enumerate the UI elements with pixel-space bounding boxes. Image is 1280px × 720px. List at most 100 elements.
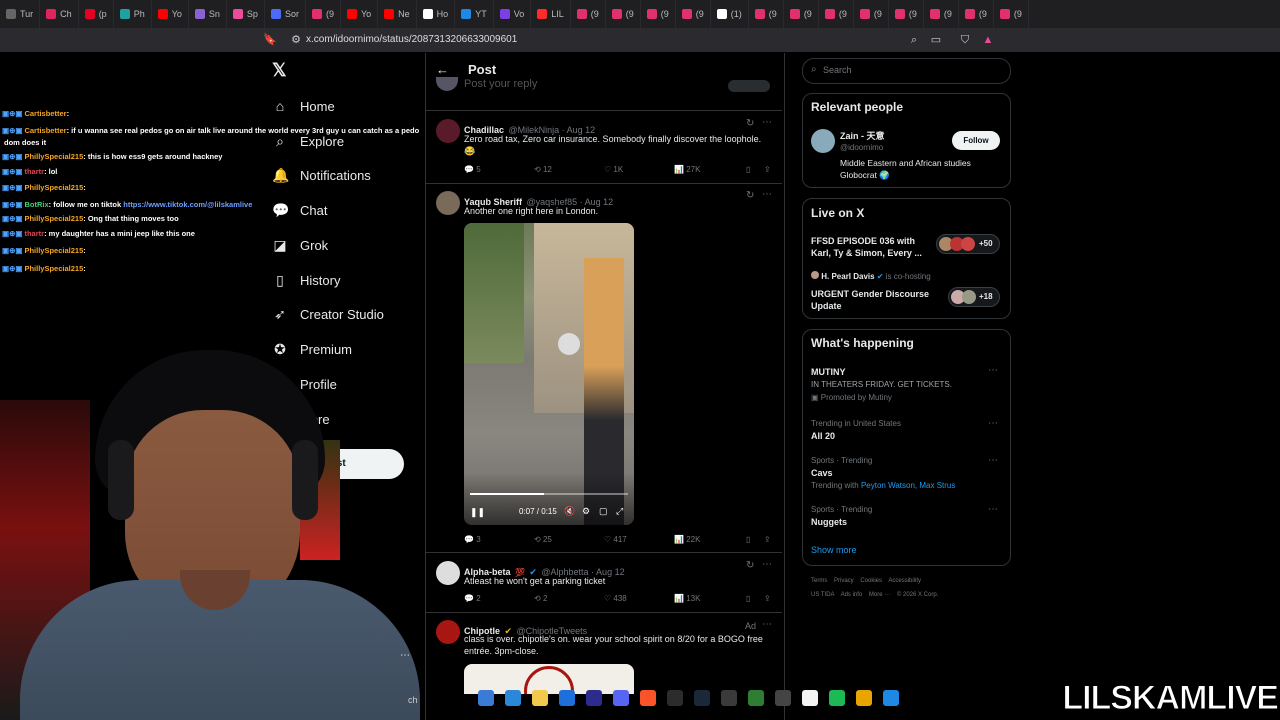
browser-tab[interactable]: Sp — [227, 0, 265, 28]
browser-tab[interactable]: (9 — [641, 0, 676, 28]
app-icon[interactable] — [829, 690, 845, 706]
obs-icon[interactable] — [667, 690, 683, 706]
taskbar-search[interactable]: ch — [408, 695, 418, 705]
zoom-icon[interactable]: ⌕ — [906, 32, 922, 48]
nav-notifications[interactable]: 🔔 Notifications — [272, 167, 371, 184]
address-bar[interactable] — [0, 28, 1280, 52]
like-button[interactable]: ♡ 438 — [604, 594, 674, 603]
app-icon[interactable] — [721, 690, 737, 706]
avatar[interactable] — [811, 129, 835, 153]
browser-tab[interactable]: Vo — [494, 0, 532, 28]
url-text[interactable]: x.com/idoornimo/status/20873132066330096… — [306, 34, 517, 45]
browser-tab[interactable]: LIL — [531, 0, 571, 28]
x-logo-icon[interactable]: 𝕏 — [272, 60, 287, 81]
site-settings-icon[interactable]: ⚙ — [288, 32, 304, 48]
nav-creator-studio[interactable]: ➶ Creator Studio — [272, 306, 384, 323]
settings-icon[interactable]: ⚙ — [582, 506, 590, 517]
file-explorer-icon[interactable] — [532, 690, 548, 706]
footer-links[interactable]: US TIDA Ads info More ··· © 2026 X Corp. — [811, 592, 938, 598]
pause-icon[interactable]: ❚❚ — [470, 507, 485, 518]
back-arrow-icon[interactable]: ← — [436, 62, 449, 77]
reply-button[interactable]: 💬 2 — [464, 594, 534, 603]
show-more-link[interactable]: Show more — [811, 545, 857, 555]
video-scrubber[interactable] — [470, 493, 628, 495]
more-icon[interactable]: ⋯ — [762, 117, 772, 128]
app-icon[interactable] — [775, 690, 791, 706]
bookmark-icon[interactable]: ▯ — [746, 535, 764, 544]
repost-button[interactable]: ⟲ 12 — [534, 165, 604, 174]
follow-button[interactable]: Follow — [952, 131, 1000, 150]
browser-tab[interactable]: (9 — [571, 0, 606, 28]
share-icon[interactable]: ⇪ — [764, 535, 771, 544]
grok-icon[interactable]: ↻ — [746, 560, 754, 571]
like-button[interactable]: ♡ 1K — [604, 165, 674, 174]
browser-tab[interactable]: (9 — [994, 0, 1029, 28]
store-icon[interactable] — [559, 690, 575, 706]
edge-icon[interactable] — [505, 690, 521, 706]
bookmark-icon[interactable]: ▯ — [746, 165, 764, 174]
browser-tab[interactable]: Ho — [417, 0, 456, 28]
cast-icon[interactable]: ▭ — [928, 32, 944, 48]
browser-tab[interactable]: Ch — [40, 0, 79, 28]
browser-tab[interactable]: Tur — [0, 0, 41, 28]
more-icon[interactable]: ⋯ — [762, 619, 772, 630]
mute-icon[interactable]: 🔇 — [564, 506, 575, 517]
bookmark-icon[interactable]: 🔖 — [262, 32, 278, 48]
live-item-1[interactable]: FFSD EPISODE 036 with Karl, Ty & Simon, E… — [811, 235, 922, 259]
reply-button[interactable] — [728, 80, 770, 92]
repost-button[interactable]: ⟲ 25 — [534, 535, 604, 544]
brave-shield-icon[interactable]: ⛉ — [957, 32, 973, 48]
browser-tab[interactable]: (9 — [676, 0, 711, 28]
more-icon[interactable]: ⋯ — [988, 504, 998, 515]
reply-input[interactable]: Post your reply — [464, 78, 537, 90]
tweet-video[interactable]: ❚❚ 0:07 / 0:15 🔇 ⚙ ▢ ⤢ — [464, 223, 634, 525]
browser-tab[interactable]: Yo — [152, 0, 189, 28]
trend-name[interactable]: All 20 — [811, 431, 835, 441]
nav-home[interactable]: ⌂ Home — [272, 98, 335, 114]
browser-tab[interactable]: (9 — [306, 0, 341, 28]
repost-button[interactable]: ⟲ 2 — [534, 594, 604, 603]
grok-icon[interactable]: ↻ — [746, 118, 754, 129]
pip-icon[interactable]: ▢ — [599, 506, 608, 517]
more-icon[interactable]: ⋯ — [762, 559, 772, 570]
browser-tab[interactable]: (9 — [854, 0, 889, 28]
share-icon[interactable]: ⇪ — [764, 594, 771, 603]
share-icon[interactable]: ⇪ — [764, 165, 771, 174]
browser-tab[interactable]: (p — [79, 0, 114, 28]
nav-chat[interactable]: 💬 Chat — [272, 202, 327, 219]
app-icon[interactable] — [856, 690, 872, 706]
brave-icon[interactable] — [640, 690, 656, 706]
more-icon[interactable]: ⋯ — [988, 418, 998, 429]
app-icon[interactable] — [748, 690, 764, 706]
app-icon[interactable] — [883, 690, 899, 706]
nav-explore[interactable]: ⌕ Explore — [272, 133, 344, 150]
browser-tab[interactable]: Sn — [189, 0, 227, 28]
photoshop-icon[interactable] — [586, 690, 602, 706]
like-button[interactable]: ♡ 417 — [604, 535, 674, 544]
rewards-icon[interactable]: ▲ — [980, 32, 996, 48]
views-button[interactable]: 📊 22K — [674, 535, 746, 544]
person-name[interactable]: Zain - 天意 — [840, 129, 885, 142]
browser-tab[interactable]: Yo — [341, 0, 379, 28]
more-icon[interactable]: ⋯ — [762, 189, 772, 200]
app-icon[interactable] — [802, 690, 818, 706]
browser-tab[interactable]: (9 — [889, 0, 924, 28]
browser-tab[interactable]: (9 — [784, 0, 819, 28]
discord-icon[interactable] — [613, 690, 629, 706]
browser-tab[interactable]: (9 — [749, 0, 784, 28]
nav-history[interactable]: ▯ History — [272, 272, 340, 289]
grok-icon[interactable]: ↻ — [746, 190, 754, 201]
trend-name[interactable]: MUTINY — [811, 367, 846, 377]
views-button[interactable]: 📊 13K — [674, 594, 746, 603]
browser-tab[interactable]: (1) — [711, 0, 749, 28]
reply-button[interactable]: 💬 5 — [464, 165, 534, 174]
steam-icon[interactable] — [694, 690, 710, 706]
browser-tab[interactable]: Sor — [265, 0, 306, 28]
nav-grok[interactable]: ◪ Grok — [272, 237, 328, 254]
widgets-icon[interactable] — [478, 690, 494, 706]
more-icon[interactable]: ⋯ — [988, 455, 998, 466]
more-icon[interactable]: ⋯ — [988, 365, 998, 376]
bookmark-icon[interactable]: ▯ — [746, 594, 764, 603]
footer-links[interactable]: Terms Privacy Cookies Accessibility — [811, 578, 921, 584]
browser-tab[interactable]: (9 — [959, 0, 994, 28]
